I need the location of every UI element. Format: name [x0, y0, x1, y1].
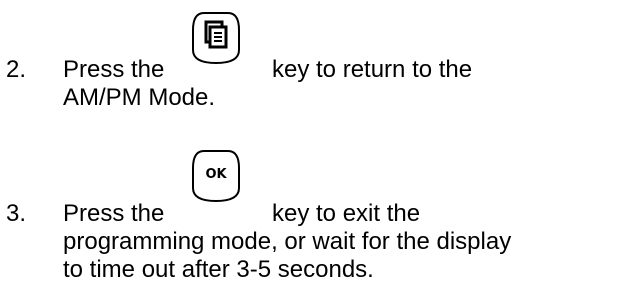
ok-key-icon: OK	[192, 150, 240, 203]
step-text-continuation: AM/PM Mode.	[63, 84, 216, 111]
step-text-continuation: programming mode, or wait for the displa…	[63, 228, 512, 255]
instruction-step-2: 2. Press the key to return to the AM/PM …	[0, 0, 619, 120]
step-text-continuation: to time out after 3-5 seconds.	[63, 256, 374, 283]
step-text-after-key: key to exit the	[272, 200, 421, 227]
step-number: 2.	[6, 56, 27, 83]
step-text-before-key: Press the	[63, 200, 165, 227]
ok-key-label: OK	[205, 167, 227, 182]
documents-key-button	[190, 10, 242, 66]
documents-icon	[192, 12, 240, 65]
ok-key-button: OK	[190, 148, 242, 204]
step-text-after-key: key to return to the	[272, 56, 473, 83]
step-number: 3.	[6, 200, 27, 227]
step-text-before-key: Press the	[63, 56, 165, 83]
instruction-step-3: 3. Press the OK key to exit the programm…	[0, 140, 619, 283]
